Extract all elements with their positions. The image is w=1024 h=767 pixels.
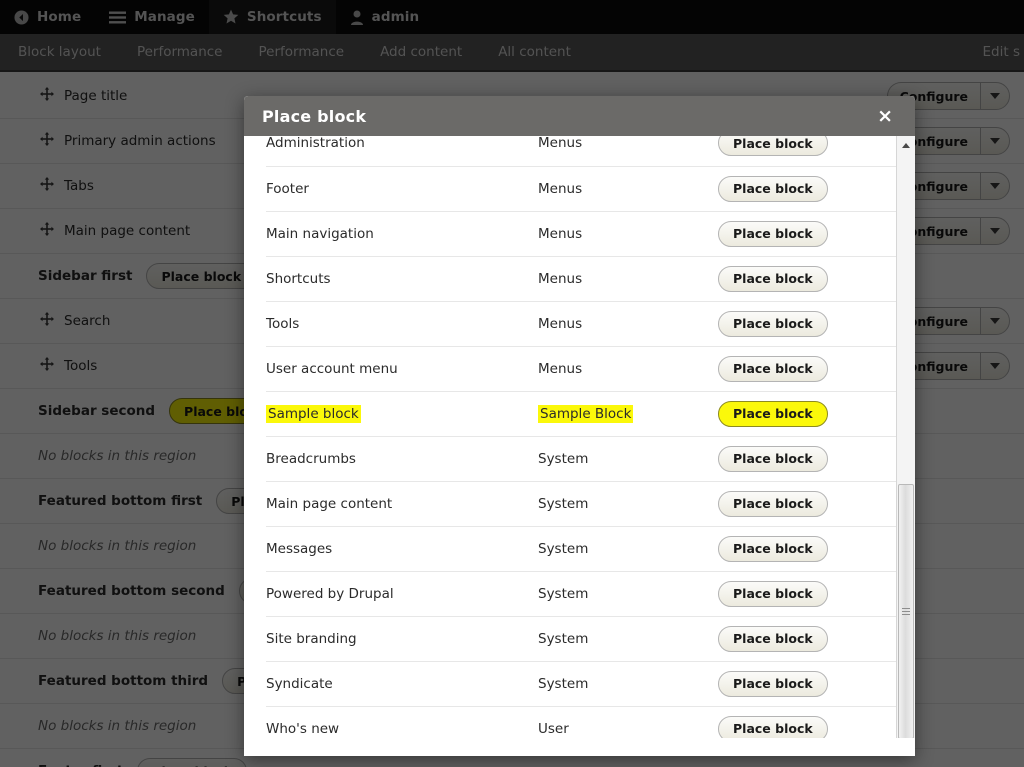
block-name: Site branding — [266, 630, 357, 647]
place-block-button[interactable]: Place block — [718, 175, 828, 202]
scrollbar-track[interactable] — [897, 154, 916, 738]
block-category: System — [538, 450, 589, 467]
table-row: Tools Menus Place block — [266, 301, 898, 347]
table-row: Main page content System Place block — [266, 481, 898, 527]
place-block-button[interactable]: Place block — [718, 490, 828, 517]
block-name: Main page content — [266, 495, 393, 512]
dialog-body: Administration Menus Place block Footer Menu… — [244, 136, 915, 738]
block-category: System — [538, 630, 589, 647]
block-category: System — [538, 585, 589, 602]
screen-root: Home Manage Shortcuts admin — [0, 0, 1024, 767]
scroll-up-icon[interactable] — [896, 136, 915, 154]
table-row: Breadcrumbs System Place block — [266, 436, 898, 482]
block-category: Menus — [538, 315, 583, 332]
place-block-button[interactable]: Place block — [718, 355, 828, 382]
table-row: Syndicate System Place block — [266, 661, 898, 707]
place-block-button[interactable]: Place block — [718, 535, 828, 562]
block-category: Menus — [538, 180, 583, 197]
table-row: Administration Menus Place block — [266, 136, 898, 167]
table-row: Main navigation Menus Place block — [266, 211, 898, 257]
block-name: Tools — [266, 315, 300, 332]
table-row: Footer Menus Place block — [266, 166, 898, 212]
place-block-button[interactable]: Place block — [718, 400, 828, 427]
block-name: Who's new — [266, 720, 340, 737]
place-block-button[interactable]: Place block — [718, 625, 828, 652]
table-row: Shortcuts Menus Place block — [266, 256, 898, 302]
block-name: Administration — [266, 136, 365, 152]
block-category: Menus — [538, 360, 583, 377]
place-block-button[interactable]: Place block — [718, 670, 828, 697]
dialog-title: Place block — [262, 106, 367, 126]
block-category: System — [538, 675, 589, 692]
block-name: Syndicate — [266, 675, 333, 692]
dialog-scrollbar[interactable] — [896, 136, 915, 738]
table-row: Powered by Drupal System Place block — [266, 571, 898, 617]
block-name: Footer — [266, 180, 309, 197]
dialog-footer — [244, 738, 915, 756]
block-category: Sample Block — [538, 404, 634, 423]
place-block-button[interactable]: Place block — [718, 580, 828, 607]
block-category: Menus — [538, 225, 583, 242]
place-block-button[interactable]: Place block — [718, 265, 828, 292]
place-block-button[interactable]: Place block — [718, 220, 828, 247]
block-name: Sample block — [266, 404, 361, 423]
block-name: Shortcuts — [266, 270, 331, 287]
dialog-scroll-content: Administration Menus Place block Footer Menu… — [266, 136, 898, 738]
place-block-button[interactable]: Place block — [718, 715, 828, 738]
block-name: Messages — [266, 540, 333, 557]
table-row: Who's new User Place block — [266, 706, 898, 738]
close-icon[interactable]: × — [873, 105, 897, 128]
table-row: Sample block Sample Block Place block — [266, 391, 898, 437]
block-name: Powered by Drupal — [266, 585, 394, 602]
block-category: System — [538, 540, 589, 557]
place-block-button[interactable]: Place block — [718, 310, 828, 337]
table-row: Site branding System Place block — [266, 616, 898, 662]
available-blocks-table: Administration Menus Place block Footer Menu… — [266, 136, 898, 738]
block-category: User — [538, 720, 569, 737]
block-category: System — [538, 495, 589, 512]
place-block-dialog: Place block × Administration Menus Place b… — [244, 96, 915, 756]
block-category: Menus — [538, 136, 583, 152]
block-name: Main navigation — [266, 225, 374, 242]
scrollbar-thumb[interactable] — [897, 484, 914, 738]
block-category: Menus — [538, 270, 583, 287]
table-row: Messages System Place block — [266, 526, 898, 572]
block-name: Breadcrumbs — [266, 450, 356, 467]
place-block-button[interactable]: Place block — [718, 445, 828, 472]
block-name: User account menu — [266, 360, 398, 377]
place-block-button[interactable]: Place block — [718, 136, 828, 157]
table-row: User account menu Menus Place block — [266, 346, 898, 392]
dialog-header: Place block × — [244, 96, 915, 136]
